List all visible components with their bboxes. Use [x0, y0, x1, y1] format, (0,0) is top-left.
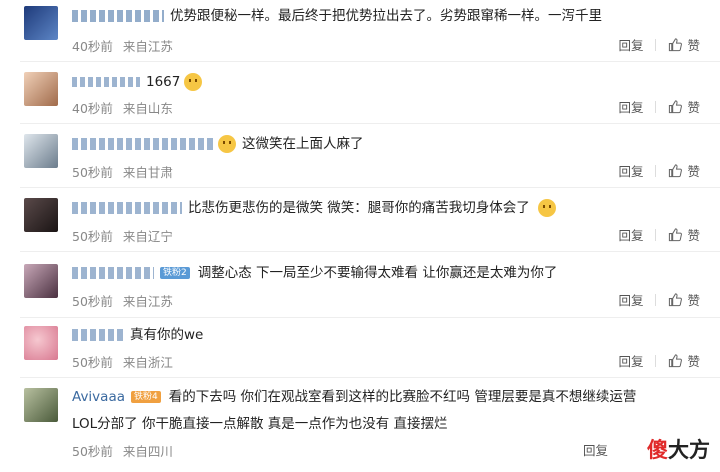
- comment-line: 比悲伤更悲伤的是微笑 微笑：腿哥你的痛苦我切身体会了: [72, 199, 556, 217]
- comment-item: 这微笑在上面人麻了 50秒前 来自甘肃 回复 赞: [0, 124, 720, 188]
- comment-time: 50秒前: [72, 165, 113, 180]
- comment-source: 来自江苏: [122, 39, 173, 54]
- thumbs-up-icon[interactable]: [668, 353, 683, 368]
- comment-text: 看的下去吗 你们在观战室看到这样的比赛脸不红吗 管理层要是真不想继续运营: [168, 389, 637, 405]
- comment-meta: 50秒前 来自江苏: [72, 291, 179, 310]
- reply-button[interactable]: 回复: [618, 161, 643, 180]
- comment-source: 来自江苏: [122, 294, 173, 309]
- comment-text: 比悲伤更悲伤的是微笑 微笑：腿哥你的痛苦我切身体会了: [188, 200, 530, 216]
- username-link[interactable]: Avivaaa: [72, 388, 125, 406]
- comment-text: 真有你的we: [130, 327, 204, 343]
- reply-button[interactable]: 回复: [618, 290, 643, 309]
- divider: [655, 293, 657, 306]
- divider: [655, 228, 657, 241]
- comment-text-continued: LOL分部了 你干脆直接一点解散 真是一点作为也没有 直接摆烂: [72, 415, 448, 433]
- thumbs-up-icon[interactable]: [668, 37, 683, 52]
- smile-emoji-icon: [537, 199, 556, 217]
- comment-meta: 50秒前 来自甘肃: [72, 162, 179, 181]
- comment-actions: 回复 赞: [618, 351, 700, 370]
- avatar[interactable]: [24, 264, 58, 298]
- username-link[interactable]: [72, 77, 140, 87]
- comment-text: 调整心态 下一局至少不要输得太难看 让你赢还是太难为你了: [197, 265, 558, 281]
- comment-actions: 回复 赞: [618, 97, 700, 116]
- comment-source: 来自甘肃: [122, 165, 173, 180]
- comment-line: 优势跟便秘一样。最后终于把优势拉出去了。劣势跟窜稀一样。一泻千里: [72, 7, 602, 25]
- watermark-red-char: 傻: [647, 437, 668, 462]
- comment-time: 40秒前: [72, 39, 113, 54]
- comment-time: 50秒前: [72, 355, 113, 370]
- comment-source: 来自辽宁: [122, 229, 173, 244]
- like-button[interactable]: 赞: [687, 225, 700, 244]
- comment-text-line2: LOL分部了 你干脆直接一点解散 真是一点作为也没有 直接摆烂: [72, 416, 448, 432]
- comment-item: 铁粉2 调整心态 下一局至少不要输得太难看 让你赢还是太难为你了 50秒前 来自…: [0, 252, 720, 318]
- fan-badge: 铁粉2: [160, 267, 190, 279]
- comment-line: 1667: [72, 73, 203, 91]
- comment-text: 优势跟便秘一样。最后终于把优势拉出去了。劣势跟窜稀一样。一泻千里: [170, 8, 602, 24]
- watermark-black-chars: 大方: [668, 437, 710, 462]
- comment-item: 真有你的we 50秒前 来自浙江 回复 赞: [0, 318, 720, 378]
- comment-item: Avivaaa 铁粉4 看的下去吗 你们在观战室看到这样的比赛脸不红吗 管理层要…: [0, 378, 720, 472]
- like-button[interactable]: 赞: [687, 161, 700, 180]
- comment-line: 这微笑在上面人麻了: [72, 135, 364, 153]
- avatar[interactable]: [24, 198, 58, 232]
- username-link[interactable]: [72, 10, 164, 22]
- comment-source: 来自浙江: [122, 355, 173, 370]
- watermark-logo: 傻 大方: [647, 434, 710, 464]
- like-button[interactable]: 赞: [687, 290, 700, 309]
- thumbs-up-icon[interactable]: [668, 99, 683, 114]
- comment-source: 来自山东: [122, 101, 173, 116]
- username-link[interactable]: [72, 267, 154, 279]
- comment-actions: 回复 赞: [618, 225, 700, 244]
- avatar[interactable]: [24, 388, 58, 422]
- comment-actions: 回复 赞: [618, 290, 700, 309]
- comment-line: 铁粉2 调整心态 下一局至少不要输得太难看 让你赢还是太难为你了: [72, 264, 557, 282]
- avatar[interactable]: [24, 6, 58, 40]
- comment-meta: 50秒前 来自浙江: [72, 352, 179, 371]
- comment-item: 比悲伤更悲伤的是微笑 微笑：腿哥你的痛苦我切身体会了 50秒前 来自辽宁 回复 …: [0, 188, 720, 252]
- thumbs-up-icon[interactable]: [668, 292, 683, 307]
- comment-actions: 回复 赞: [618, 35, 700, 54]
- comment-line: Avivaaa 铁粉4 看的下去吗 你们在观战室看到这样的比赛脸不红吗 管理层要…: [72, 388, 636, 406]
- divider: [655, 164, 657, 177]
- comment-text: 1667: [146, 74, 181, 90]
- avatar[interactable]: [24, 72, 58, 106]
- username-link[interactable]: [72, 138, 214, 150]
- comment-meta: 40秒前 来自江苏: [72, 36, 179, 55]
- divider: [655, 38, 657, 51]
- comment-actions: 回复 赞: [618, 161, 700, 180]
- like-button[interactable]: 赞: [687, 35, 700, 54]
- comment-actions: 回复: [583, 440, 620, 459]
- comment-text: 这微笑在上面人麻了: [242, 136, 364, 152]
- avatar[interactable]: [24, 326, 58, 360]
- comment-item: 优势跟便秘一样。最后终于把优势拉出去了。劣势跟窜稀一样。一泻千里 40秒前 来自…: [0, 0, 720, 62]
- reply-button[interactable]: 回复: [618, 351, 643, 370]
- thumbs-up-icon[interactable]: [668, 163, 683, 178]
- comment-time: 50秒前: [72, 294, 113, 309]
- reply-button[interactable]: 回复: [618, 225, 643, 244]
- comment-time: 50秒前: [72, 229, 113, 244]
- reply-button[interactable]: 回复: [583, 440, 608, 459]
- fan-badge: 铁粉4: [131, 391, 161, 403]
- comment-line: 真有你的we: [72, 326, 203, 344]
- comment-meta: 50秒前 来自辽宁: [72, 226, 179, 245]
- reply-button[interactable]: 回复: [618, 35, 643, 54]
- smile-emoji-icon: [218, 135, 236, 153]
- comment-meta: 50秒前 来自四川: [72, 441, 179, 460]
- comment-time: 40秒前: [72, 101, 113, 116]
- username-link[interactable]: [72, 202, 182, 214]
- username-link[interactable]: [72, 329, 124, 341]
- thumbs-up-icon[interactable]: [668, 227, 683, 242]
- avatar[interactable]: [24, 134, 58, 168]
- comment-time: 50秒前: [72, 444, 113, 459]
- comment-item: 1667 40秒前 来自山东 回复 赞: [0, 62, 720, 124]
- smile-emoji-icon: [184, 73, 203, 91]
- comment-meta: 40秒前 来自山东: [72, 98, 179, 117]
- reply-button[interactable]: 回复: [618, 97, 643, 116]
- comment-source: 来自四川: [122, 444, 173, 459]
- like-button[interactable]: 赞: [687, 97, 700, 116]
- divider: [655, 354, 657, 367]
- like-button[interactable]: 赞: [687, 351, 700, 370]
- divider: [655, 100, 657, 113]
